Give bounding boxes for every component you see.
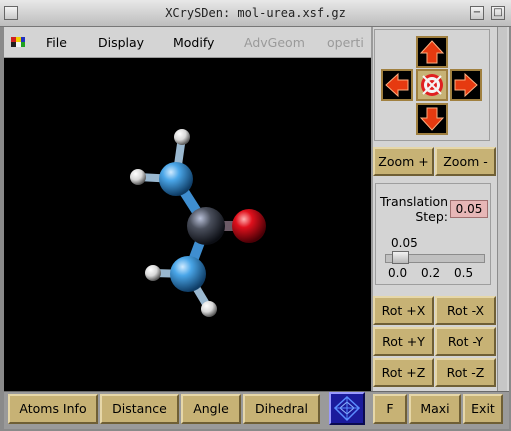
arrow-down-icon	[419, 107, 445, 131]
angle-button[interactable]: Angle	[181, 394, 241, 424]
nitrogen-atom[interactable]	[170, 256, 206, 292]
menu-display[interactable]: Display	[98, 27, 144, 58]
slider-handle[interactable]	[392, 251, 409, 264]
translation-label-line2: Step:	[415, 209, 448, 224]
arrow-up-icon	[419, 40, 445, 64]
menu-modify[interactable]: Modify	[173, 27, 214, 58]
rot-minus-z-button[interactable]: Rot -Z	[435, 358, 496, 387]
app-menu-icon[interactable]	[11, 37, 25, 47]
translate-up-button[interactable]	[416, 36, 448, 68]
translate-left-button[interactable]	[381, 69, 413, 101]
structure-viewport[interactable]	[4, 58, 371, 391]
target-icon	[421, 74, 443, 96]
translate-right-button[interactable]	[450, 69, 482, 101]
window-menu-button[interactable]	[4, 6, 18, 20]
zoom-in-button[interactable]: Zoom +	[373, 147, 434, 176]
minimize-icon: −	[472, 7, 482, 18]
maxi-button[interactable]: Maxi	[409, 394, 461, 424]
translation-step-input[interactable]: 0.05	[450, 200, 488, 218]
carbon-atom[interactable]	[187, 207, 225, 245]
arrow-right-icon	[454, 72, 478, 98]
nitrogen-atom[interactable]	[159, 162, 193, 196]
crystal-logo-icon	[333, 395, 361, 422]
zoom-out-button[interactable]: Zoom -	[435, 147, 496, 176]
rot-minus-x-button[interactable]: Rot -X	[435, 296, 496, 325]
hydrogen-atom[interactable]	[201, 301, 217, 317]
rot-minus-y-button[interactable]: Rot -Y	[435, 327, 496, 356]
menu-advgeom[interactable]: AdvGeom	[244, 27, 305, 58]
hydrogen-atom[interactable]	[145, 265, 161, 281]
rot-plus-z-button[interactable]: Rot +Z	[373, 358, 434, 387]
menu-file[interactable]: File	[46, 27, 67, 58]
exit-button[interactable]: Exit	[463, 394, 503, 424]
slider-tick-2: 0.5	[454, 266, 474, 280]
translation-step-label: Translation Step:	[380, 194, 448, 224]
minimize-button[interactable]: −	[470, 6, 484, 20]
f-button[interactable]: F	[373, 394, 407, 424]
xcrysden-logo-button[interactable]	[329, 392, 365, 425]
slider-tick-1: 0.2	[421, 266, 441, 280]
menu-properties[interactable]: operti	[327, 27, 364, 58]
maximize-icon: □	[493, 7, 503, 18]
oxygen-atom[interactable]	[232, 209, 266, 243]
center-button[interactable]	[416, 69, 448, 101]
distance-button[interactable]: Distance	[100, 394, 179, 424]
atoms-info-button[interactable]: Atoms Info	[8, 394, 98, 424]
window-title: XCrySDen: mol-urea.xsf.gz	[165, 6, 346, 20]
translation-label-line1: Translation	[380, 194, 449, 209]
arrow-left-icon	[385, 72, 409, 98]
hydrogen-atom[interactable]	[174, 129, 190, 145]
rot-plus-x-button[interactable]: Rot +X	[373, 296, 434, 325]
molecule-render	[130, 129, 266, 317]
panel-scrollbar[interactable]	[497, 27, 507, 391]
slider-tick-0: 0.0	[388, 266, 408, 280]
dihedral-button[interactable]: Dihedral	[243, 394, 320, 424]
translate-down-button[interactable]	[416, 103, 448, 135]
maximize-button[interactable]: □	[491, 6, 505, 20]
slider-value: 0.05	[391, 236, 418, 250]
rot-plus-y-button[interactable]: Rot +Y	[373, 327, 434, 356]
hydrogen-atom[interactable]	[130, 169, 146, 185]
